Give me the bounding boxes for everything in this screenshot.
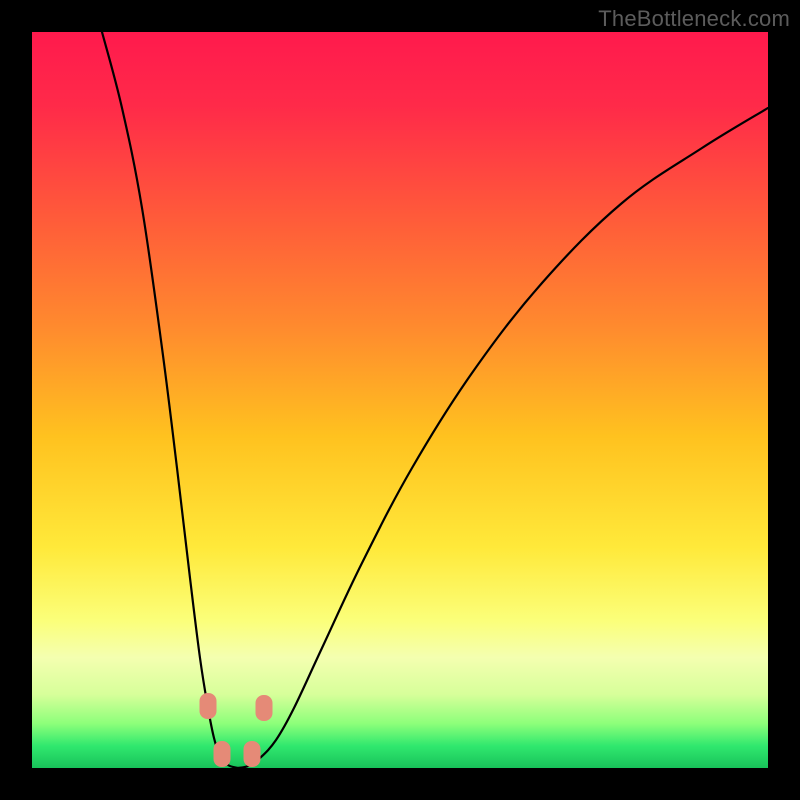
- marker-3: [244, 741, 261, 767]
- marker-2: [214, 741, 231, 767]
- gradient-background: [32, 32, 768, 768]
- chart-frame: [32, 32, 768, 768]
- bottleneck-curve-chart: [32, 32, 768, 768]
- watermark-text: TheBottleneck.com: [598, 6, 790, 32]
- marker-1: [256, 695, 273, 721]
- marker-0: [200, 693, 217, 719]
